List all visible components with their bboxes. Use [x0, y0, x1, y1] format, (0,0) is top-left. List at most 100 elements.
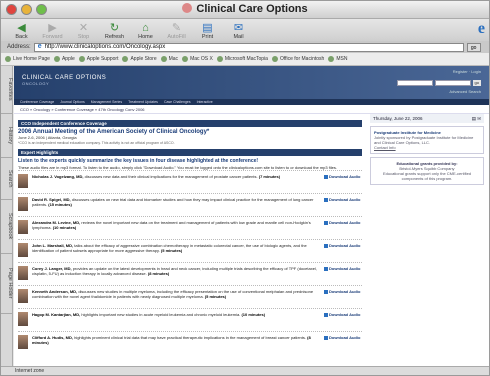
- refresh-icon: ↻: [109, 22, 120, 34]
- current-date: Thursday, June 22, 2006 ▤ ✉: [370, 114, 484, 123]
- internet-zone-status: Internet zone: [15, 368, 45, 374]
- speaker-photo: [18, 174, 28, 188]
- home-icon: ⌂: [142, 22, 149, 34]
- highlights-description: These audio files are in mp3 format. To …: [18, 165, 337, 170]
- tab-scrapbook[interactable]: Scrapbook: [1, 200, 13, 254]
- audio-icon: [324, 336, 328, 340]
- nav-item[interactable]: Interactive: [197, 100, 213, 104]
- download-audio-link[interactable]: Download Audio: [322, 243, 362, 248]
- bookmark-icon: [216, 56, 223, 62]
- favorite-link[interactable]: Apple: [53, 56, 75, 62]
- site-search-input[interactable]: [434, 80, 471, 86]
- nav-item[interactable]: Conference Coverage: [20, 100, 54, 104]
- mail-button[interactable]: ✉ Mail: [224, 22, 253, 41]
- bookmark-icon: [160, 56, 167, 62]
- section-header: CCO Independent Conference Coverage: [18, 120, 362, 127]
- accreditation-box: Postgraduate Institute for Medicine Join…: [370, 126, 484, 154]
- audio-icon: [324, 221, 328, 225]
- contact-info-link[interactable]: Contact Info: [374, 145, 396, 150]
- tab-page-holder[interactable]: Page Holder: [1, 254, 13, 314]
- speaker-photo: [18, 266, 28, 280]
- back-button[interactable]: ◀ Back: [7, 22, 36, 41]
- speaker-photo: [18, 312, 28, 326]
- refresh-button[interactable]: ↻ Refresh: [100, 22, 129, 41]
- main-column: CCO Independent Conference Coverage 2006…: [14, 120, 366, 367]
- speaker-photo: [18, 335, 28, 349]
- favorites-bar: Live Home Page Apple Apple Support Apple…: [1, 53, 489, 66]
- download-audio-link[interactable]: Download Audio: [322, 266, 362, 271]
- disclaimer: *CCO is an independent medical education…: [18, 141, 175, 145]
- speaker-row: David R. Spigel, MD, discusses updates o…: [18, 193, 362, 216]
- tab-search[interactable]: Search: [1, 158, 13, 200]
- site-search: go: [396, 80, 481, 86]
- address-input[interactable]: e http://www.clinicaloptions.com/Oncology…: [33, 42, 464, 52]
- print-button[interactable]: ▤ Print: [193, 22, 222, 41]
- site-logo[interactable]: CLINICAL CARE OPTIONS ONCOLOGY: [22, 75, 106, 86]
- bookmark-icon: [5, 56, 11, 62]
- register-login-link[interactable]: Register · Login: [453, 69, 481, 74]
- title-bar: Clinical Care Options: [1, 1, 489, 19]
- breadcrumb[interactable]: CCO » Oncology » Conference Coverage » 4…: [14, 105, 489, 114]
- bookmark-icon: [53, 56, 60, 62]
- download-audio-link[interactable]: Download Audio: [322, 289, 362, 294]
- go-button[interactable]: go: [466, 42, 481, 52]
- speaker-row: Kenneth Anderson, MD, discusses new stud…: [18, 285, 362, 308]
- speaker-row: Clifford A. Hudis, MD, highlights promin…: [18, 331, 362, 354]
- back-arrow-icon: ◀: [17, 22, 26, 34]
- autofill-icon: ✎: [171, 22, 182, 34]
- bookmark-icon: [122, 56, 129, 62]
- home-button[interactable]: ⌂ Home: [131, 22, 160, 41]
- audio-icon: [324, 313, 328, 317]
- download-audio-link[interactable]: Download Audio: [322, 197, 362, 202]
- favorite-link[interactable]: Live Home Page: [5, 56, 50, 62]
- browser-window: Clinical Care Options ◀ Back ▶ Forward ✕ St…: [0, 0, 490, 376]
- speaker-photo: [18, 220, 28, 234]
- conference-dates: June 2-6, 2006 | Atlanta, Georgia: [18, 135, 77, 140]
- nav-item[interactable]: Case Challenges: [164, 100, 191, 104]
- mail-icon: ✉: [233, 22, 244, 34]
- favorite-link[interactable]: Mac: [160, 56, 178, 62]
- favorite-link[interactable]: Mac OS X: [182, 56, 213, 62]
- favorite-link[interactable]: Apple Support: [78, 56, 118, 62]
- download-audio-link[interactable]: Download Audio: [322, 335, 362, 340]
- favorite-link[interactable]: Office for Macintosh: [271, 56, 324, 62]
- nav-item[interactable]: Journal Options: [60, 100, 85, 104]
- advanced-search-link[interactable]: Advanced Search: [449, 89, 481, 94]
- audio-icon: [324, 244, 328, 248]
- bookmark-icon: [328, 56, 335, 62]
- download-audio-link[interactable]: Download Audio: [322, 174, 362, 179]
- tab-history[interactable]: History: [1, 114, 13, 158]
- audio-icon: [324, 267, 328, 271]
- site-favicon-icon: [182, 3, 193, 13]
- favorite-link[interactable]: Apple Store: [122, 56, 157, 62]
- download-audio-link[interactable]: Download Audio: [322, 312, 362, 317]
- site-search-button[interactable]: go: [472, 80, 481, 86]
- nav-item[interactable]: Management Series: [91, 100, 122, 104]
- favorite-link[interactable]: MSN: [328, 56, 347, 62]
- window-title: Clinical Care Options: [1, 3, 489, 15]
- tab-favorites[interactable]: Favorites: [1, 66, 13, 114]
- speaker-photo: [18, 197, 28, 211]
- speaker-row: Corey J. Langer, MD, provides an update …: [18, 262, 362, 285]
- stop-button[interactable]: ✕ Stop: [69, 22, 98, 41]
- forward-button[interactable]: ▶ Forward: [38, 22, 67, 41]
- speaker-row: Hagop M. Kantarjian, MD, highlights impo…: [18, 308, 362, 331]
- print-icon: ▤: [202, 22, 213, 34]
- address-label: Address:: [7, 44, 31, 50]
- grant-box: Educational grants provided by: Bristol-…: [370, 157, 484, 185]
- browser-toolbar: ◀ Back ▶ Forward ✕ Stop ↻ Refresh ⌂ Home ✎ Aut…: [1, 19, 489, 41]
- topic-select[interactable]: [396, 80, 433, 86]
- autofill-button[interactable]: ✎ AutoFill: [162, 22, 191, 41]
- nav-item[interactable]: Treatment Updates: [128, 100, 158, 104]
- speaker-row: John L. Marshall, MD, talks about the ef…: [18, 239, 362, 262]
- favorite-link[interactable]: Microsoft MacTopia: [216, 56, 268, 62]
- download-audio-link[interactable]: Download Audio: [322, 220, 362, 225]
- speaker-photo: [18, 289, 28, 303]
- audio-icon: [324, 175, 328, 179]
- speaker-row: Alexandra M. Levine, MD, reviews the nov…: [18, 216, 362, 239]
- bookmark-icon: [182, 56, 189, 62]
- highlights-heading: Listen to the experts quickly summarize …: [18, 158, 259, 164]
- print-page-icon[interactable]: ▤ ✉: [472, 116, 481, 121]
- section-header: Expert Highlights: [18, 149, 362, 156]
- address-bar: Address: e http://www.clinicaloptions.com…: [1, 41, 489, 53]
